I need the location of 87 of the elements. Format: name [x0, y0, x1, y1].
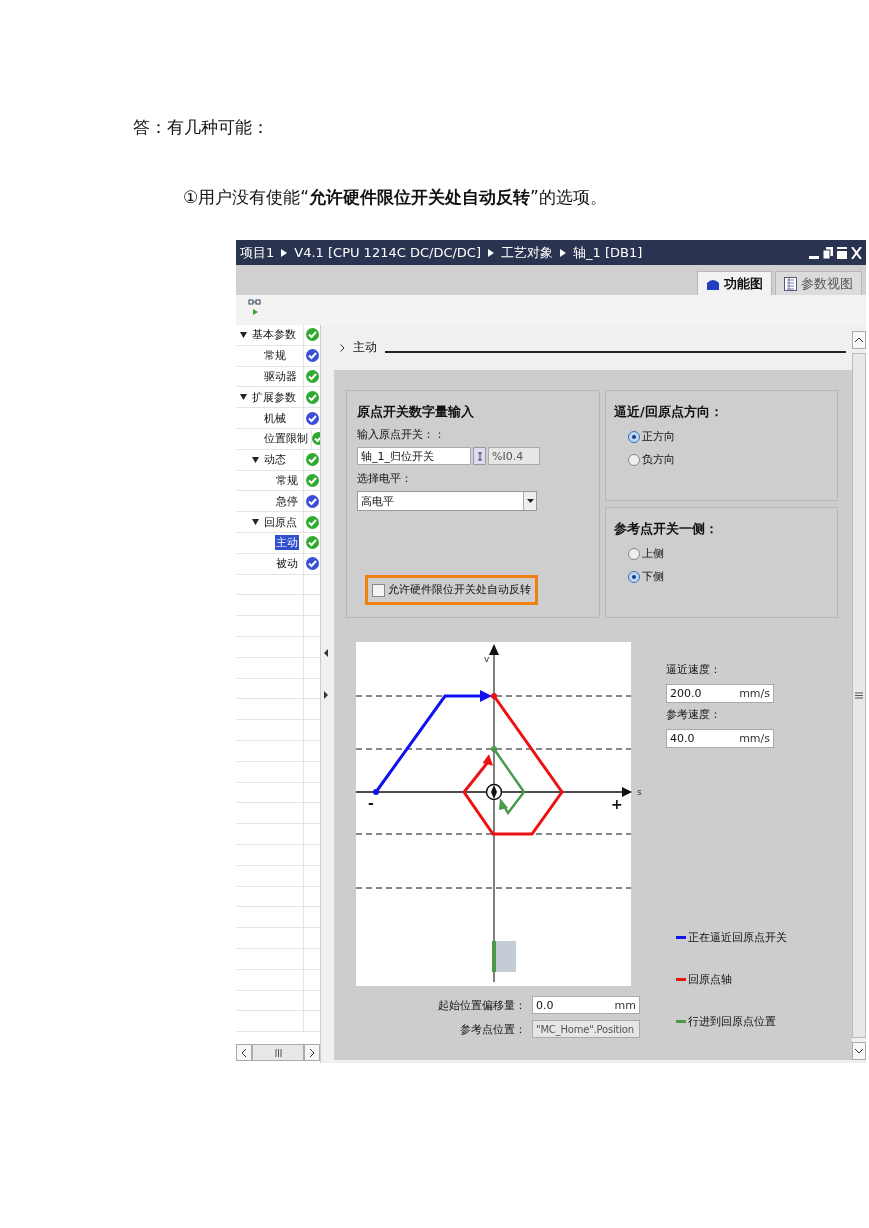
- caret-icon[interactable]: [252, 456, 259, 463]
- scroll-right-button[interactable]: [304, 1044, 320, 1061]
- offset-field[interactable]: 0.0 mm: [532, 996, 640, 1014]
- table-icon: [784, 276, 797, 291]
- tree-item[interactable]: 急停: [275, 493, 299, 509]
- field-label: 输入原点开关：：: [357, 427, 446, 442]
- browse-button[interactable]: [473, 447, 486, 465]
- triangle-icon: [281, 248, 288, 257]
- radio-button[interactable]: [628, 547, 640, 560]
- radio-label: 负方向: [642, 452, 675, 467]
- tree-item[interactable]: 机械: [263, 410, 287, 426]
- radio-button[interactable]: [628, 430, 640, 443]
- breadcrumb-item[interactable]: V4.1 [CPU 1214C DC/DC/DC]: [294, 245, 481, 260]
- restore-icon[interactable]: [823, 246, 833, 259]
- tree-item[interactable]: 动态: [263, 452, 287, 468]
- axis-label: -: [368, 795, 374, 811]
- radio-label: 下侧: [642, 569, 664, 584]
- origin-icon: [485, 783, 503, 801]
- axis-label: s: [637, 787, 642, 797]
- scrollbar-thumb[interactable]: [852, 353, 866, 1038]
- field-label: 逼近速度：: [666, 662, 722, 677]
- breadcrumb-item[interactable]: 轴_1 [DB1]: [573, 243, 643, 262]
- tree-item[interactable]: 常规: [275, 472, 299, 488]
- group-title: 原点开关数字量输入: [357, 403, 475, 421]
- checkbox[interactable]: [372, 583, 385, 597]
- chevron-left-icon: [241, 1047, 247, 1058]
- breadcrumb-item[interactable]: 工艺对象: [501, 243, 553, 262]
- chevron-icon[interactable]: [340, 343, 345, 352]
- dropdown-arrow-icon: [526, 499, 534, 503]
- radio-label: 上侧: [642, 546, 664, 561]
- collapse-left-icon[interactable]: [323, 649, 328, 657]
- tree-item[interactable]: 扩展参数: [251, 389, 297, 405]
- scroll-left-button[interactable]: [236, 1044, 252, 1061]
- expand-right-icon[interactable]: [323, 691, 328, 699]
- radio-button[interactable]: [628, 453, 640, 466]
- legend-label: 行进到回原点位置: [688, 1014, 776, 1029]
- close-icon[interactable]: [851, 246, 862, 259]
- travel-curve: [491, 746, 526, 816]
- level-dropdown[interactable]: 高电平: [357, 491, 537, 511]
- grip-icon: [274, 1048, 282, 1057]
- caret-icon[interactable]: [240, 331, 247, 338]
- chevron-down-icon: [854, 1048, 864, 1054]
- speed-field[interactable]: 200.0 mm/s: [666, 684, 774, 703]
- group-title: 逼近/回原点方向：: [614, 403, 724, 421]
- legend-label: 回原点轴: [688, 972, 732, 987]
- network-icon[interactable]: [248, 299, 262, 317]
- tree-item[interactable]: 基本参数: [251, 327, 297, 343]
- field-label: 选择电平：: [357, 471, 413, 486]
- input-field[interactable]: 轴_1_归位开关: [357, 447, 471, 465]
- breadcrumb-item[interactable]: 项目1: [240, 243, 275, 262]
- caret-icon[interactable]: [240, 394, 247, 401]
- field-label: 参考速度：: [666, 707, 722, 722]
- axis-label: v: [484, 654, 490, 664]
- view-tab[interactable]: 参数视图: [775, 271, 862, 295]
- axis-label: +: [611, 796, 623, 812]
- radio-button[interactable]: [628, 570, 640, 583]
- triangle-icon: [560, 248, 566, 257]
- scrollbar-thumb[interactable]: [252, 1044, 304, 1061]
- scroll-down-button[interactable]: [852, 1042, 866, 1060]
- field-label: 起始位置偏移量：: [438, 997, 526, 1013]
- text-cursor-icon: [476, 451, 483, 461]
- tree-item[interactable]: 驱动器: [263, 369, 298, 384]
- group-title: 参考点开关一侧：: [614, 520, 719, 538]
- reference-field: "MC_Home".Position: [532, 1020, 640, 1038]
- field-label: 参考点位置：: [460, 1021, 526, 1037]
- float-icon[interactable]: [837, 246, 847, 259]
- tree-item[interactable]: 被动: [275, 556, 299, 572]
- grip-icon: [855, 692, 863, 699]
- position-marker: [492, 941, 516, 972]
- tree-item[interactable]: 回原点: [263, 514, 298, 530]
- reason-text: ①用户没有使能“允许硬件限位开关处自动反转”的选项。: [183, 186, 607, 209]
- legend-label: 正在逼近回原点开关: [688, 930, 787, 945]
- view-tab[interactable]: 功能图: [697, 271, 772, 295]
- chevron-up-icon: [854, 337, 864, 343]
- chevron-right-icon: [309, 1047, 315, 1058]
- address-field: %I0.4: [488, 447, 540, 465]
- checkbox-label: 允许硬件限位开关处自动反转: [388, 583, 531, 597]
- tree-item[interactable]: 主动: [275, 535, 299, 551]
- section-title: 主动: [353, 339, 377, 356]
- speed-field[interactable]: 40.0 mm/s: [666, 729, 774, 748]
- tree-item[interactable]: 常规: [263, 348, 287, 364]
- answer-text: 答：有几种可能：: [133, 116, 269, 139]
- caret-icon[interactable]: [252, 519, 259, 526]
- tree-item[interactable]: 位置限制: [263, 431, 309, 447]
- radio-label: 正方向: [642, 429, 675, 444]
- triangle-icon: [488, 248, 494, 257]
- scroll-up-button[interactable]: [852, 331, 866, 349]
